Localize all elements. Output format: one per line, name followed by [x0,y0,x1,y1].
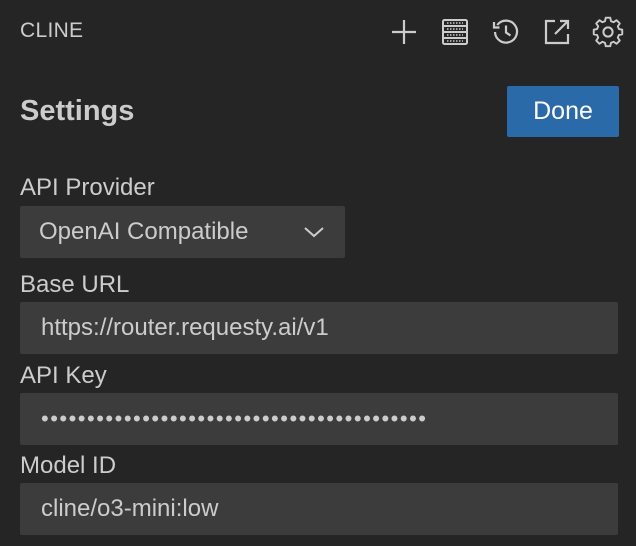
mcp-servers-button[interactable] [437,14,473,50]
base-url-label: Base URL [20,271,130,298]
new-task-button[interactable] [386,14,422,50]
mcp-servers-icon [440,17,470,47]
panel-header: CLINE [0,0,636,64]
settings-heading: Settings [20,95,135,127]
panel-title: CLINE [20,19,84,42]
api-provider-selected: OpenAI Compatible [39,218,249,245]
gear-icon [592,16,624,48]
settings-button[interactable] [590,14,626,50]
cline-settings-panel: CLINE Settings Done API Provider OpenAI … [0,0,636,546]
api-key-label: API Key [20,362,107,389]
api-key-input[interactable] [20,393,618,445]
history-button[interactable] [488,14,524,50]
history-icon [491,17,521,47]
header-toolbar [371,14,626,50]
api-provider-dropdown[interactable]: OpenAI Compatible [20,206,345,258]
popout-button[interactable] [539,14,575,50]
done-button[interactable]: Done [507,86,619,137]
model-id-label: Model ID [20,452,117,479]
plus-icon [389,17,419,47]
popout-icon [542,17,572,47]
chevron-down-icon [302,220,326,244]
api-provider-label: API Provider [20,174,155,201]
base-url-input[interactable] [20,302,618,354]
model-id-input[interactable] [20,483,618,535]
